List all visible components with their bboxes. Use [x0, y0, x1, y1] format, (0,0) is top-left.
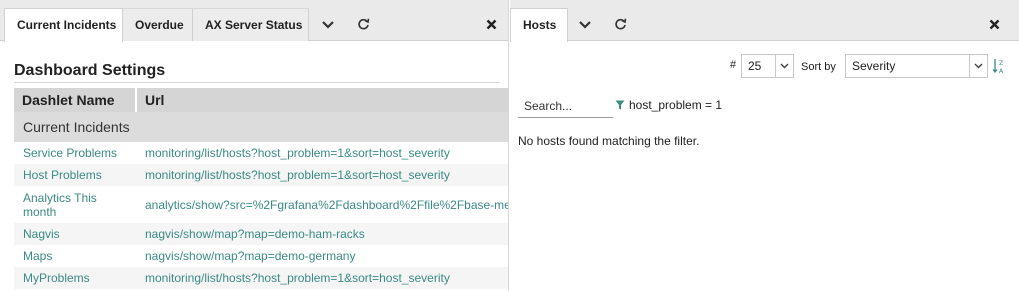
left-pane: Current Incidents Overdue AX Server Stat… — [0, 0, 509, 291]
refresh-icon[interactable] — [605, 8, 635, 41]
empty-state-message: No hosts found matching the filter. — [518, 134, 700, 148]
tab-ax-server-status[interactable]: AX Server Status — [193, 8, 309, 41]
hosts-content: # 25 Sort by Severity Z A Search... host… — [510, 41, 1019, 291]
group-label: Current Incidents — [14, 112, 508, 142]
dashlet-url-link[interactable]: nagvis/show/map?map=demo-germany — [136, 245, 508, 267]
dashlet-url-link[interactable]: monitoring/list/hosts?host_problem=1&sor… — [136, 267, 508, 289]
dashlet-name-link[interactable]: Service Problems — [14, 142, 136, 164]
left-tabbar: Current Incidents Overdue AX Server Stat… — [0, 0, 508, 42]
title-divider — [14, 82, 500, 83]
right-pane: Hosts # 25 Sort by Severity Z A Search..… — [510, 0, 1019, 291]
sort-by-label: Sort by — [801, 61, 836, 73]
dashlet-url-link[interactable]: analytics/show?src=%2Fgrafana%2Fdashboar… — [136, 186, 508, 223]
sort-direction-icon[interactable]: Z A — [992, 58, 1008, 76]
dashlet-table-wrapper: Dashlet Name Url Current Incidents Servi… — [14, 88, 508, 291]
table-row[interactable]: Maps nagvis/show/map?map=demo-germany — [14, 245, 508, 267]
svg-text:Z: Z — [999, 60, 1003, 67]
sort-select[interactable]: Severity — [845, 54, 988, 78]
refresh-icon[interactable] — [348, 8, 378, 41]
table-row[interactable]: Service Problems monitoring/list/hosts?h… — [14, 142, 508, 164]
limit-value: 25 — [748, 59, 762, 73]
filter-text: host_problem = 1 — [629, 98, 723, 112]
limit-label: # — [730, 59, 737, 71]
chevron-down-icon — [775, 55, 793, 77]
dashlet-url-link[interactable]: monitoring/list/hosts?host_problem=1&sor… — [136, 142, 508, 164]
table-row[interactable]: Analytics This month analytics/show?src=… — [14, 186, 508, 223]
dashlet-name-link[interactable]: Analytics This month — [14, 186, 136, 223]
dashlet-table: Dashlet Name Url Current Incidents Servi… — [14, 88, 508, 289]
dashlet-url-link[interactable]: monitoring/list/hosts?host_problem=1&sor… — [136, 164, 508, 186]
search-input[interactable]: Search... — [518, 96, 613, 118]
dashlet-name-link[interactable]: Nagvis — [14, 223, 136, 245]
close-icon[interactable] — [979, 8, 1009, 41]
right-tabbar: Hosts — [510, 0, 1019, 42]
column-header-url: Url — [136, 88, 508, 112]
chevron-down-icon — [969, 55, 987, 77]
dashlet-name-link[interactable]: MyProblems — [14, 267, 136, 289]
tab-current-incidents[interactable]: Current Incidents — [4, 8, 123, 42]
table-row[interactable]: MyProblems monitoring/list/hosts?host_pr… — [14, 267, 508, 289]
chevron-down-icon[interactable] — [313, 8, 343, 41]
table-row[interactable]: Nagvis nagvis/show/map?map=demo-ham-rack… — [14, 223, 508, 245]
dashlet-name-link[interactable]: Maps — [14, 245, 136, 267]
svg-text:A: A — [999, 68, 1004, 74]
sort-value: Severity — [852, 59, 896, 73]
tab-hosts[interactable]: Hosts — [510, 8, 568, 42]
filter-icon — [615, 100, 625, 110]
tab-overdue[interactable]: Overdue — [123, 8, 193, 41]
dashlet-name-link[interactable]: Host Problems — [14, 164, 136, 186]
limit-select[interactable]: 25 — [741, 54, 794, 78]
table-row[interactable]: Host Problems monitoring/list/hosts?host… — [14, 164, 508, 186]
page-title: Dashboard Settings — [14, 62, 166, 79]
active-filter[interactable]: host_problem = 1 — [615, 98, 722, 112]
column-header-dashlet-name: Dashlet Name — [14, 88, 137, 112]
dashlet-url-link[interactable]: nagvis/show/map?map=demo-ham-racks — [136, 223, 508, 245]
chevron-down-icon[interactable] — [570, 8, 600, 41]
table-group-row: Current Incidents — [14, 112, 508, 142]
close-icon[interactable] — [476, 8, 506, 41]
